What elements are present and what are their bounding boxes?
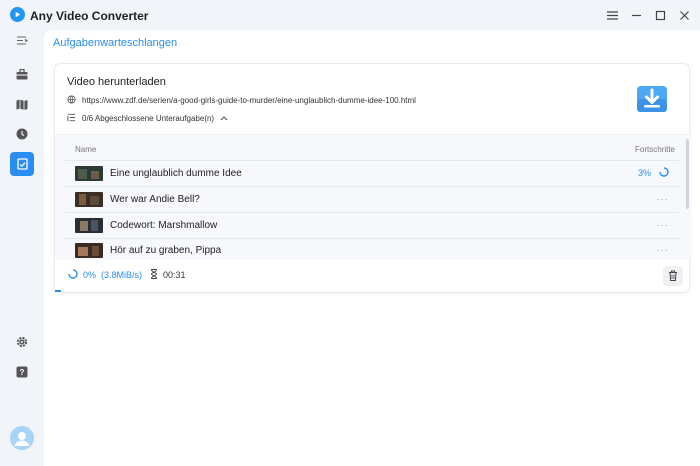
menu-collapse-icon[interactable] — [10, 28, 34, 52]
sidebar: ? — [0, 30, 44, 466]
user-avatar-icon[interactable] — [10, 426, 34, 450]
trash-icon — [668, 270, 678, 283]
map-icon[interactable] — [10, 92, 34, 116]
delete-button[interactable] — [663, 266, 683, 286]
history-icon[interactable] — [10, 122, 34, 146]
elapsed-value: 00:31 — [163, 270, 186, 280]
overall-progress-bar — [55, 290, 691, 292]
thumbnail — [75, 242, 103, 258]
table-row[interactable]: Codewort: Marshmallow ··· — [65, 212, 679, 237]
download-speed: (3.8MiB/s) — [101, 270, 143, 280]
task-card: Video herunterladen https://www.zdf.de/s… — [54, 63, 691, 293]
subtasks-label: 0/6 Abgeschlossene Unteraufgabe(n) — [82, 114, 215, 123]
spinner-icon — [659, 166, 669, 180]
table-scrollbar[interactable] — [686, 139, 689, 209]
task-footer: 0% (3.8MiB/s) 00:31 — [55, 260, 691, 292]
thumbnail — [75, 165, 103, 181]
column-name: Name — [75, 145, 97, 154]
title-bar: Any Video Converter — [0, 0, 700, 30]
app-logo-icon — [10, 7, 25, 22]
minimize-icon[interactable] — [628, 7, 644, 23]
close-icon[interactable] — [676, 7, 692, 23]
thumbnail — [75, 191, 103, 207]
progress-percent: 0% — [83, 270, 97, 280]
subtasks-toggle[interactable]: 0/6 Abgeschlossene Unteraufgabe(n) — [67, 113, 228, 124]
table-row[interactable]: Hör auf zu graben, Pippa ··· — [65, 238, 679, 261]
task-title: Video herunterladen — [67, 76, 166, 88]
more-icon[interactable]: ··· — [656, 220, 669, 231]
more-icon[interactable]: ··· — [656, 245, 669, 256]
task-url[interactable]: https://www.zdf.de/serien/a-good-girls-g… — [82, 96, 416, 105]
help-icon[interactable]: ? — [10, 360, 34, 384]
menu-icon[interactable] — [604, 7, 620, 23]
row-name: Eine unglaublich dumme Idee — [110, 167, 242, 179]
elapsed-time: 00:31 — [150, 269, 186, 281]
gear-icon[interactable] — [10, 330, 34, 354]
subtask-table: Name Fortschritte Eine unglaublich dumme… — [55, 134, 691, 260]
list-icon — [67, 113, 76, 124]
row-progress: 3% — [637, 168, 651, 178]
column-progress: Fortschritte — [634, 145, 675, 154]
table-row[interactable]: Wer war Andie Bell? ··· — [65, 186, 679, 211]
table-row[interactable]: Eine unglaublich dumme Idee 3% — [65, 160, 679, 185]
breadcrumb[interactable]: Aufgabenwarteschlangen — [53, 37, 177, 49]
row-name: Hör auf zu graben, Pippa — [110, 244, 222, 256]
download-badge-icon — [635, 82, 669, 116]
maximize-icon[interactable] — [652, 7, 668, 23]
main-content: Aufgabenwarteschlangen Video herunterlad… — [44, 30, 700, 466]
app-title: Any Video Converter — [30, 9, 149, 23]
more-icon[interactable]: ··· — [656, 194, 669, 205]
overall-progress-fill — [55, 290, 62, 292]
spinner-icon — [68, 269, 78, 281]
chevron-up-icon[interactable] — [220, 114, 228, 123]
task-url-row: https://www.zdf.de/serien/a-good-girls-g… — [67, 95, 416, 106]
toolbox-icon[interactable] — [10, 62, 34, 86]
svg-text:?: ? — [20, 368, 25, 377]
thumbnail — [75, 217, 103, 233]
link-icon — [67, 95, 76, 106]
row-name: Wer war Andie Bell? — [110, 193, 200, 205]
row-name: Codewort: Marshmallow — [110, 219, 218, 231]
hourglass-icon — [150, 269, 158, 281]
task-queue-icon[interactable] — [10, 152, 34, 176]
overall-progress: 0% (3.8MiB/s) — [68, 269, 142, 281]
